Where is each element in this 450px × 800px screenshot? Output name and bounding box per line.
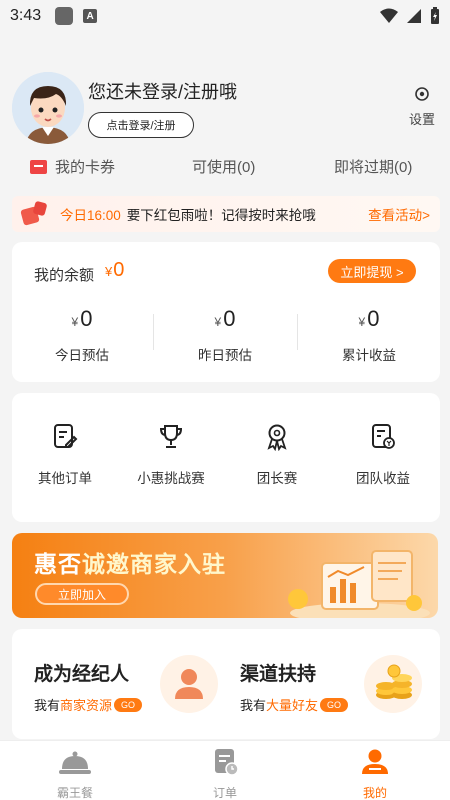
user-icon xyxy=(362,749,388,774)
become-broker[interactable]: 成为经纪人 我有 商家资源 GO xyxy=(34,659,143,714)
view-activity-link[interactable]: 查看活动> xyxy=(368,204,430,224)
go-tag: GO xyxy=(320,697,349,712)
tab-orders[interactable]: 订单 xyxy=(185,747,265,800)
broker-title: 成为经纪人 xyxy=(34,664,130,685)
menu-challenge[interactable]: 小惠挑战赛 xyxy=(126,423,216,487)
settings-icon xyxy=(415,87,429,101)
divider xyxy=(297,314,298,350)
expiring-coupons[interactable]: 即将过期(0) xyxy=(334,156,412,177)
medal-icon xyxy=(267,424,287,451)
tab-free-meal[interactable]: 霸王餐 xyxy=(35,747,115,800)
a-badge-icon: A xyxy=(83,9,98,23)
promo-message: 要下红包雨啦！记得按时来抢哦 xyxy=(126,208,316,223)
profile-header: 您还未登录/注册哦 点击登录/注册 设置 xyxy=(0,70,450,150)
merchant-invite-banner[interactable]: 惠否诚邀商家入驻 立即加入 xyxy=(12,533,438,618)
my-coupons-label: 我的卡券 xyxy=(55,159,116,176)
my-coupons[interactable]: 我的卡券 xyxy=(30,156,115,177)
bottom-tab-bar: 霸王餐 订单 我的 xyxy=(0,740,450,800)
join-now-button[interactable]: 立即加入 xyxy=(35,583,129,605)
login-prompt-title: 您还未登录/注册哦 xyxy=(88,82,238,102)
broker-card: 成为经纪人 我有 商家资源 GO 渠道扶持 我有 大量好友 GO xyxy=(12,629,440,739)
menu-other-orders[interactable]: 其他订单 xyxy=(20,423,110,487)
wifi-icon xyxy=(380,8,398,23)
broker-person-icon xyxy=(160,655,218,713)
coins-icon xyxy=(364,655,422,713)
balance-value: ¥0 xyxy=(105,259,125,281)
divider xyxy=(153,314,154,350)
channel-title: 渠道扶持 xyxy=(240,664,317,685)
order-edit-icon xyxy=(54,424,78,448)
feature-menu-card: 其他订单 小惠挑战赛 团长赛 团队收益 xyxy=(12,393,440,522)
settings-button[interactable]: 设置 xyxy=(404,86,440,128)
coupon-icon xyxy=(30,159,47,174)
promo-time: 今日16:00 xyxy=(60,208,121,223)
trophy-icon xyxy=(159,425,183,448)
menu-leader-contest[interactable]: 团长赛 xyxy=(232,423,322,487)
signal-icon xyxy=(407,9,421,23)
channel-support[interactable]: 渠道扶持 我有 大量好友 GO xyxy=(240,659,349,714)
balance-label: 我的余额 xyxy=(34,267,95,284)
stat-total[interactable]: ¥0 累计收益 xyxy=(299,306,439,364)
order-icon xyxy=(215,749,239,776)
menu-team-earnings[interactable]: 团队收益 xyxy=(338,423,428,487)
withdraw-button[interactable]: 立即提现 > xyxy=(328,259,416,283)
login-register-button[interactable]: 点击登录/注册 xyxy=(88,112,194,138)
status-bar: 3:43 A xyxy=(0,0,450,32)
usable-coupons[interactable]: 可使用(0) xyxy=(192,156,255,177)
app-notification-icon xyxy=(55,7,74,25)
red-packet-banner[interactable]: 今日16:00 要下红包雨啦！记得按时来抢哦 查看活动> xyxy=(12,196,440,232)
earnings-doc-icon xyxy=(372,424,395,449)
settings-label: 设置 xyxy=(408,112,435,127)
stat-yesterday[interactable]: ¥0 昨日预估 xyxy=(155,306,295,364)
dish-cover-icon xyxy=(59,751,91,774)
merchant-banner-title: 惠否诚邀商家入驻 xyxy=(34,551,226,577)
stat-today[interactable]: ¥0 今日预估 xyxy=(12,306,152,364)
battery-icon xyxy=(431,7,439,24)
go-tag: GO xyxy=(114,697,143,712)
tab-mine[interactable]: 我的 xyxy=(335,747,415,800)
clock: 3:43 xyxy=(10,7,42,24)
coupon-row: 我的卡券 可使用(0) 即将过期(0) xyxy=(0,156,450,180)
avatar[interactable] xyxy=(12,72,84,144)
red-packet-icon xyxy=(20,200,50,226)
balance-card: 我的余额 ¥0 立即提现 > ¥0 今日预估 ¥0 昨日预估 ¥0 累计收益 xyxy=(12,242,440,382)
merchant-illustration xyxy=(288,550,430,618)
